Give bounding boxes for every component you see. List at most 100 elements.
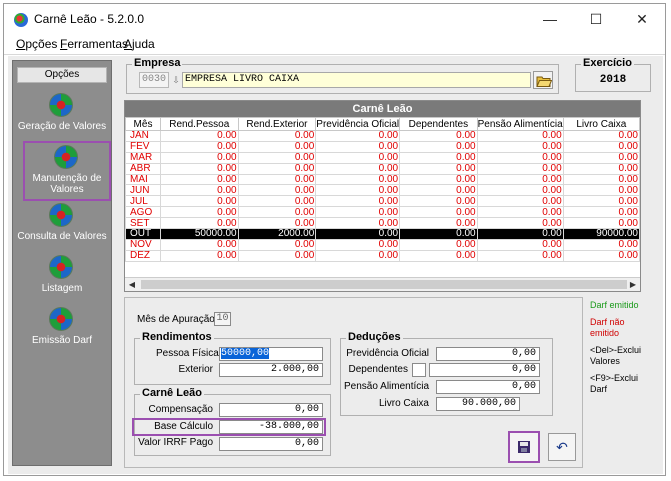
table-row[interactable]: JAN 0.00 0.00 0.00 0.00 0.00 0.00 — [125, 130, 640, 142]
value-cell[interactable]: 0.00 — [399, 206, 478, 219]
value-cell[interactable]: 0.00 — [315, 173, 401, 186]
sidebar-item-emissao-darf[interactable]: Emissão Darf — [16, 305, 108, 361]
value-cell[interactable]: 0.00 — [562, 217, 640, 230]
value-cell[interactable]: 0.00 — [315, 162, 401, 175]
month-cell[interactable]: JAN — [125, 130, 161, 142]
maximize-button[interactable]: ☐ — [573, 4, 619, 34]
table-row[interactable]: OUT 50000.00 2000.00 0.00 0.00 0.00 90000.00 — [125, 228, 640, 240]
value-cell[interactable]: 0.00 — [315, 238, 401, 251]
table-row[interactable]: ABR 0.00 0.00 0.00 0.00 0.00 0.00 — [125, 162, 640, 175]
value-cell[interactable]: 0.00 — [160, 195, 239, 208]
value-cell[interactable]: 0.00 — [237, 162, 317, 175]
value-cell[interactable]: 0.00 — [399, 195, 478, 208]
value-cell[interactable]: 0.00 — [476, 238, 564, 251]
value-cell[interactable]: 0.00 — [399, 238, 478, 251]
value-cell[interactable]: 0.00 — [562, 140, 640, 153]
value-cell[interactable]: 0.00 — [562, 206, 640, 219]
value-cell[interactable]: 0.00 — [399, 130, 478, 142]
value-cell[interactable]: 0.00 — [399, 151, 478, 164]
menu-ajuda[interactable]: Ajuda — [124, 37, 155, 51]
dependentes-field[interactable]: 0,00 — [429, 363, 540, 377]
month-cell[interactable]: MAR — [125, 151, 161, 164]
value-cell[interactable]: 0.00 — [315, 151, 401, 164]
table-row[interactable]: FEV 0.00 0.00 0.00 0.00 0.00 0.00 — [125, 140, 640, 153]
value-cell[interactable]: 0.00 — [160, 217, 239, 230]
value-cell[interactable]: 0.00 — [160, 206, 239, 219]
value-cell[interactable]: 0.00 — [315, 249, 401, 262]
horizontal-scrollbar[interactable]: ◀ ▶ — [125, 277, 640, 291]
value-cell[interactable]: 0.00 — [399, 173, 478, 186]
value-cell[interactable]: 0.00 — [160, 151, 239, 164]
table-row[interactable]: SET 0.00 0.00 0.00 0.00 0.00 0.00 — [125, 217, 640, 230]
value-cell[interactable]: 0.00 — [237, 130, 317, 142]
value-cell[interactable]: 0.00 — [562, 184, 640, 197]
lookup-arrow-icon[interactable]: ⇩ — [170, 72, 182, 88]
sidebar-item-consulta[interactable]: Consulta de Valores — [16, 201, 108, 257]
minimize-button[interactable]: — — [527, 4, 573, 34]
value-cell[interactable]: 0.00 — [562, 173, 640, 186]
value-cell[interactable]: 0.00 — [160, 140, 239, 153]
value-cell[interactable]: 0.00 — [315, 206, 401, 219]
value-cell[interactable]: 0.00 — [399, 140, 478, 153]
empresa-code-field[interactable]: 0030 — [139, 72, 169, 88]
table-row[interactable]: JUL 0.00 0.00 0.00 0.00 0.00 0.00 — [125, 195, 640, 208]
value-cell[interactable]: 0.00 — [399, 217, 478, 230]
value-cell[interactable]: 0.00 — [476, 173, 564, 186]
value-cell[interactable]: 0.00 — [476, 140, 564, 153]
value-cell[interactable]: 90000.00 — [562, 228, 640, 240]
value-cell[interactable]: 50000.00 — [160, 228, 239, 240]
save-button[interactable] — [508, 431, 540, 463]
scroll-right-icon[interactable]: ▶ — [626, 278, 640, 291]
value-cell[interactable]: 0.00 — [315, 195, 401, 208]
value-cell[interactable]: 0.00 — [315, 217, 401, 230]
value-cell[interactable]: 0.00 — [160, 249, 239, 262]
value-cell[interactable]: 0.00 — [237, 173, 317, 186]
base-calculo-field[interactable]: -38.000,00 — [219, 420, 323, 434]
value-cell[interactable]: 0.00 — [562, 249, 640, 262]
table-row[interactable]: MAR 0.00 0.00 0.00 0.00 0.00 0.00 — [125, 151, 640, 164]
pessoa-fisica-field[interactable]: 50000,00 — [219, 347, 323, 361]
undo-button[interactable]: ↶ — [548, 433, 576, 461]
value-cell[interactable]: 0.00 — [476, 249, 564, 262]
value-cell[interactable]: 0.00 — [315, 140, 401, 153]
value-cell[interactable]: 0.00 — [476, 206, 564, 219]
carne-leao-grid[interactable]: Carnê Leão Mês Rend.Pessoa Rend.Exterior Pr… — [124, 100, 641, 292]
close-button[interactable]: ✕ — [619, 4, 665, 34]
menu-opcoes[interactable]: Opções — [16, 37, 57, 51]
values-table[interactable]: Mês Rend.Pessoa Rend.Exterior Previdência O… — [125, 117, 640, 262]
month-cell[interactable]: NOV — [125, 238, 161, 251]
month-cell[interactable]: MAI — [125, 173, 161, 186]
value-cell[interactable]: 0.00 — [160, 184, 239, 197]
open-folder-button[interactable] — [533, 71, 553, 89]
value-cell[interactable]: 0.00 — [476, 130, 564, 142]
value-cell[interactable]: 0.00 — [315, 184, 401, 197]
apuracao-field[interactable]: 10 — [214, 312, 231, 326]
value-cell[interactable]: 0.00 — [315, 228, 401, 240]
value-cell[interactable]: 0.00 — [237, 238, 317, 251]
month-cell[interactable]: ABR — [125, 162, 161, 175]
value-cell[interactable]: 0.00 — [237, 217, 317, 230]
value-cell[interactable]: 0.00 — [399, 228, 478, 240]
month-cell[interactable]: JUN — [125, 184, 161, 197]
empresa-name-field[interactable]: EMPRESA LIVRO CAIXA — [182, 72, 531, 88]
value-cell[interactable]: 0.00 — [476, 184, 564, 197]
table-row[interactable]: DEZ 0.00 0.00 0.00 0.00 0.00 0.00 — [125, 249, 640, 262]
month-cell[interactable]: SET — [125, 217, 161, 230]
sidebar-item-listagem[interactable]: Listagem — [16, 253, 108, 309]
value-cell[interactable]: 0.00 — [476, 151, 564, 164]
value-cell[interactable]: 0.00 — [237, 184, 317, 197]
value-cell[interactable]: 0.00 — [399, 184, 478, 197]
value-cell[interactable]: 0.00 — [237, 195, 317, 208]
table-row[interactable]: JUN 0.00 0.00 0.00 0.00 0.00 0.00 — [125, 184, 640, 197]
value-cell[interactable]: 0.00 — [562, 151, 640, 164]
value-cell[interactable]: 0.00 — [399, 162, 478, 175]
value-cell[interactable]: 0.00 — [476, 195, 564, 208]
value-cell[interactable]: 0.00 — [315, 130, 401, 142]
value-cell[interactable]: 0.00 — [237, 151, 317, 164]
value-cell[interactable]: 0.00 — [237, 249, 317, 262]
sidebar-item-geracao[interactable]: Geração de Valores — [16, 91, 108, 147]
month-cell[interactable]: AGO — [125, 206, 161, 219]
scrollbar-thumb[interactable] — [141, 280, 627, 289]
value-cell[interactable]: 0.00 — [160, 173, 239, 186]
value-cell[interactable]: 0.00 — [562, 130, 640, 142]
